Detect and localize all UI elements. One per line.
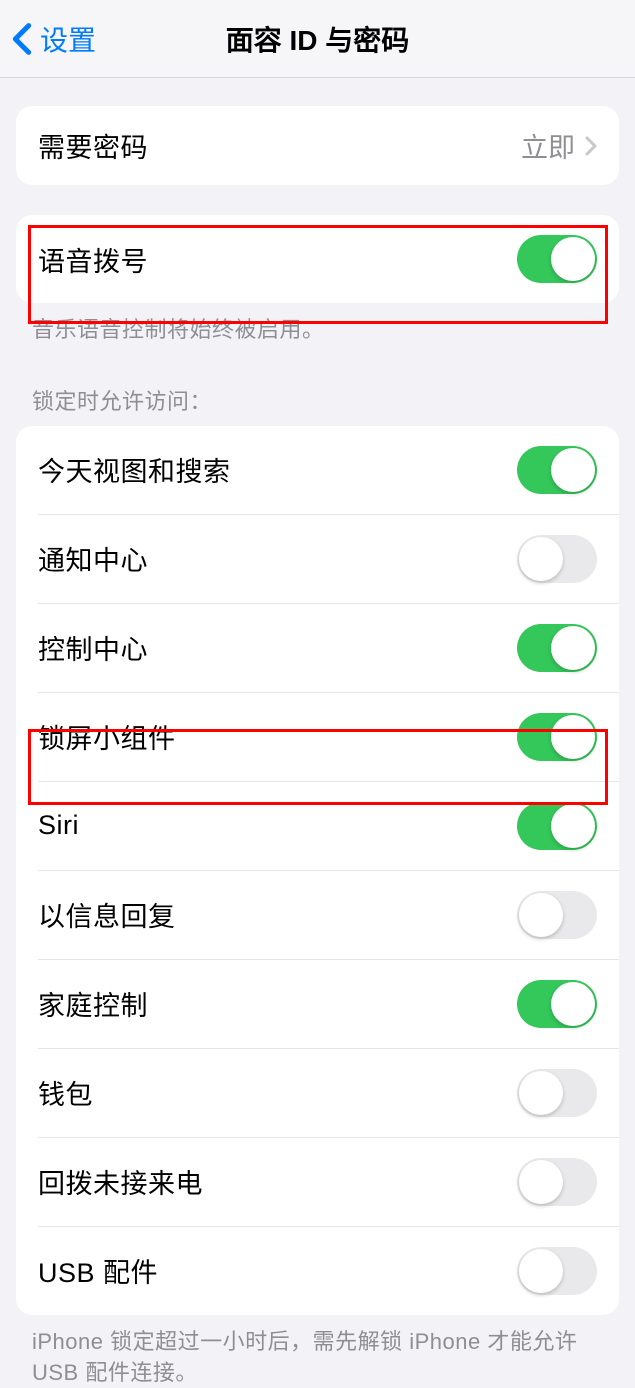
toggle-knob [519, 537, 563, 581]
require-passcode-row[interactable]: 需要密码 立即 [16, 106, 619, 185]
locked-access-header: 锁定时允许访问： [0, 346, 635, 426]
locked-access-row: USB 配件 [38, 1226, 619, 1315]
locked-access-row: 钱包 [38, 1048, 619, 1137]
locked-access-row: 控制中心 [38, 603, 619, 692]
locked-access-label: USB 配件 [38, 1251, 158, 1290]
locked-access-label: 今天视图和搜索 [38, 450, 231, 489]
voice-dial-group: 语音拨号 [16, 215, 619, 303]
voice-dial-toggle[interactable] [517, 235, 597, 283]
passcode-group: 需要密码 立即 [16, 106, 619, 185]
toggle-knob [519, 1071, 563, 1115]
locked-access-label: 家庭控制 [38, 984, 148, 1023]
nav-bar: 设置 面容 ID 与密码 [0, 0, 635, 78]
locked-access-label: 通知中心 [38, 539, 148, 578]
locked-access-row: Siri [38, 781, 619, 870]
voice-dial-footer: 音乐语音控制将始终被启用。 [0, 303, 635, 346]
locked-access-footer: iPhone 锁定超过一小时后，需先解锁 iPhone 才能允许 USB 配件连… [0, 1315, 635, 1388]
toggle-knob [519, 1249, 563, 1293]
locked-access-group: 今天视图和搜索通知中心控制中心锁屏小组件 Siri 以信息回复家庭控制钱包回拨未接来… [16, 426, 619, 1315]
locked-access-label: 回拨未接来电 [38, 1162, 203, 1201]
toggle-knob [551, 237, 595, 281]
toggle-knob [551, 715, 595, 759]
toggle-knob [551, 804, 595, 848]
page-title: 面容 ID 与密码 [226, 19, 410, 59]
locked-access-row: 今天视图和搜索 [16, 426, 619, 514]
locked-access-label: 控制中心 [38, 628, 148, 667]
locked-access-row: 回拨未接来电 [38, 1137, 619, 1226]
locked-access-toggle[interactable] [517, 1247, 597, 1295]
locked-access-label: 锁屏小组件 [38, 717, 176, 756]
locked-access-toggle[interactable] [517, 446, 597, 494]
locked-access-row: 通知中心 [38, 514, 619, 603]
locked-access-label: 以信息回复 [38, 895, 176, 934]
locked-access-label: Siri [38, 810, 79, 841]
chevron-right-icon [585, 136, 597, 156]
locked-access-row: 家庭控制 [38, 959, 619, 1048]
toggle-knob [551, 626, 595, 670]
locked-access-label: 钱包 [38, 1073, 93, 1112]
toggle-knob [519, 1160, 563, 1204]
locked-access-toggle[interactable] [517, 624, 597, 672]
voice-dial-row: 语音拨号 [16, 215, 619, 303]
locked-access-row: 锁屏小组件 [38, 692, 619, 781]
locked-access-toggle[interactable] [517, 802, 597, 850]
back-label: 设置 [40, 19, 96, 59]
locked-access-row: 以信息回复 [38, 870, 619, 959]
require-passcode-value: 立即 [521, 126, 597, 165]
locked-access-toggle[interactable] [517, 1158, 597, 1206]
require-passcode-label: 需要密码 [38, 126, 148, 165]
back-button[interactable]: 设置 [0, 19, 96, 59]
toggle-knob [519, 893, 563, 937]
voice-dial-label: 语音拨号 [38, 240, 148, 279]
locked-access-toggle[interactable] [517, 891, 597, 939]
chevron-left-icon [12, 22, 32, 56]
toggle-knob [551, 448, 595, 492]
locked-access-toggle[interactable] [517, 535, 597, 583]
toggle-knob [551, 982, 595, 1026]
locked-access-toggle[interactable] [517, 713, 597, 761]
locked-access-toggle[interactable] [517, 1069, 597, 1117]
locked-access-toggle[interactable] [517, 980, 597, 1028]
